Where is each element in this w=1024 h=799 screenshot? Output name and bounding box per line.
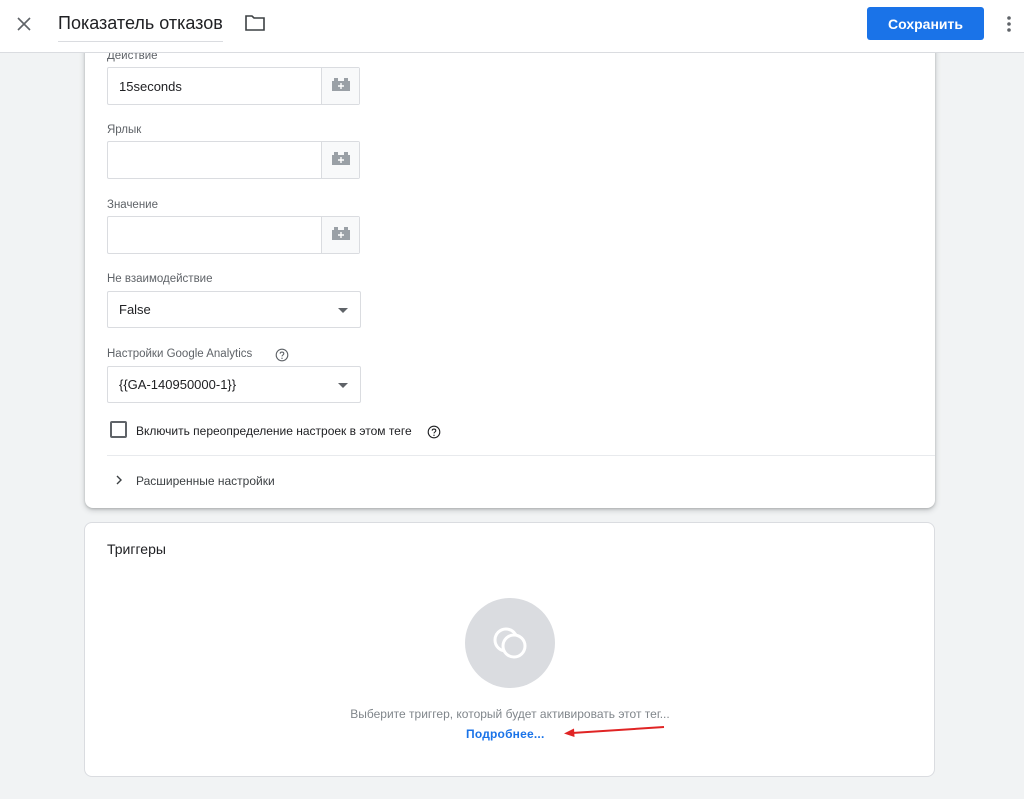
label-field-label: Ярлык (107, 124, 142, 136)
variable-icon[interactable] (321, 217, 359, 253)
close-icon[interactable] (12, 12, 36, 36)
folder-icon[interactable] (244, 13, 266, 33)
non-interaction-select[interactable]: False (107, 291, 361, 328)
value-field[interactable] (107, 216, 360, 254)
save-button[interactable]: Сохранить (867, 7, 984, 40)
arrow-annotation (560, 723, 670, 744)
non-interaction-label: Не взаимодействие (107, 273, 213, 285)
override-settings-label: Включить переопределение настроек в этом… (136, 424, 412, 438)
more-vert-icon[interactable] (1000, 12, 1018, 36)
value-field-label: Значение (107, 199, 158, 211)
add-trigger-button[interactable] (465, 598, 555, 688)
triggers-card[interactable]: Триггеры Выберите триггер, который будет… (84, 522, 935, 777)
ga-settings-label: Настройки Google Analytics (107, 348, 253, 360)
override-settings-checkbox[interactable] (110, 421, 127, 438)
triggers-title: Триггеры (107, 541, 166, 557)
trigger-icon (493, 627, 527, 659)
non-interaction-value: False (119, 302, 151, 317)
advanced-settings-toggle[interactable]: Расширенные настройки (107, 466, 507, 494)
divider (107, 455, 935, 456)
dropdown-caret-icon (338, 308, 348, 313)
dropdown-caret-icon (338, 383, 348, 388)
help-icon[interactable] (275, 348, 289, 362)
chevron-right-icon (113, 473, 125, 485)
ga-settings-select[interactable]: {{GA-140950000-1}} (107, 366, 361, 403)
action-field[interactable]: 15seconds (107, 67, 360, 105)
tag-configuration-card: Действие 15seconds Ярлык Значение Не вза… (85, 30, 935, 508)
ga-settings-value: {{GA-140950000-1}} (119, 377, 237, 392)
variable-icon[interactable] (321, 142, 359, 178)
tag-name-title[interactable]: Показатель отказов (58, 11, 223, 42)
action-value: 15seconds (119, 79, 182, 94)
help-icon[interactable] (427, 425, 441, 439)
label-field[interactable] (107, 141, 360, 179)
advanced-settings-label: Расширенные настройки (136, 474, 275, 488)
learn-more-link[interactable]: Подробнее... (466, 727, 544, 741)
variable-icon[interactable] (321, 68, 359, 104)
trigger-hint-text: Выберите триггер, который будет активиро… (350, 707, 670, 721)
top-bar: Показатель отказов Сохранить (0, 0, 1024, 53)
